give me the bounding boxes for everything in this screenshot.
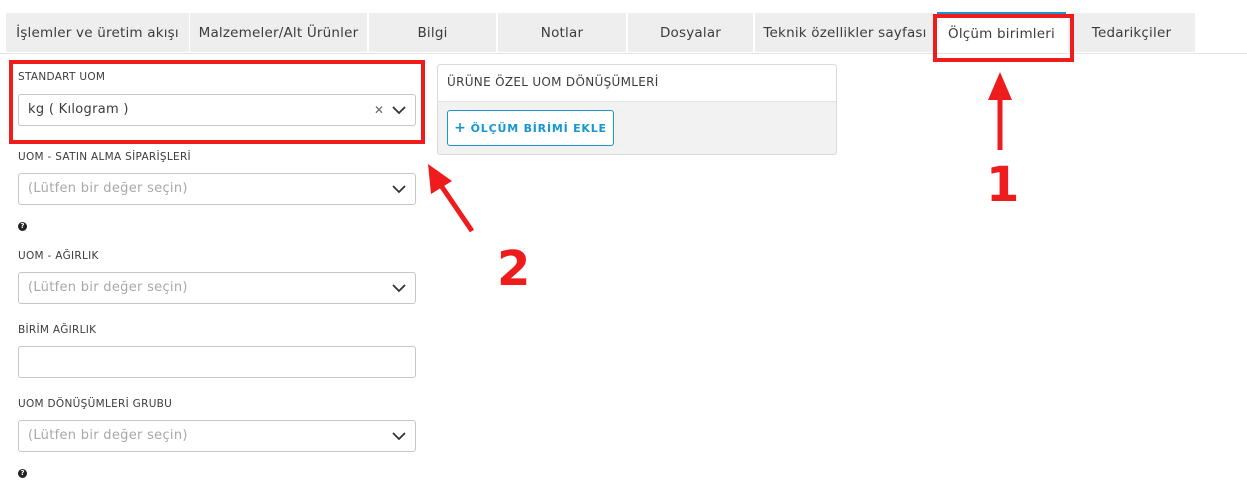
- callout-number-2: 2: [497, 241, 531, 297]
- callout-number-1: 1: [986, 157, 1020, 213]
- arrow-2: [428, 164, 475, 233]
- arrow-1: [988, 72, 1012, 150]
- annotation-arrows: [428, 72, 1012, 233]
